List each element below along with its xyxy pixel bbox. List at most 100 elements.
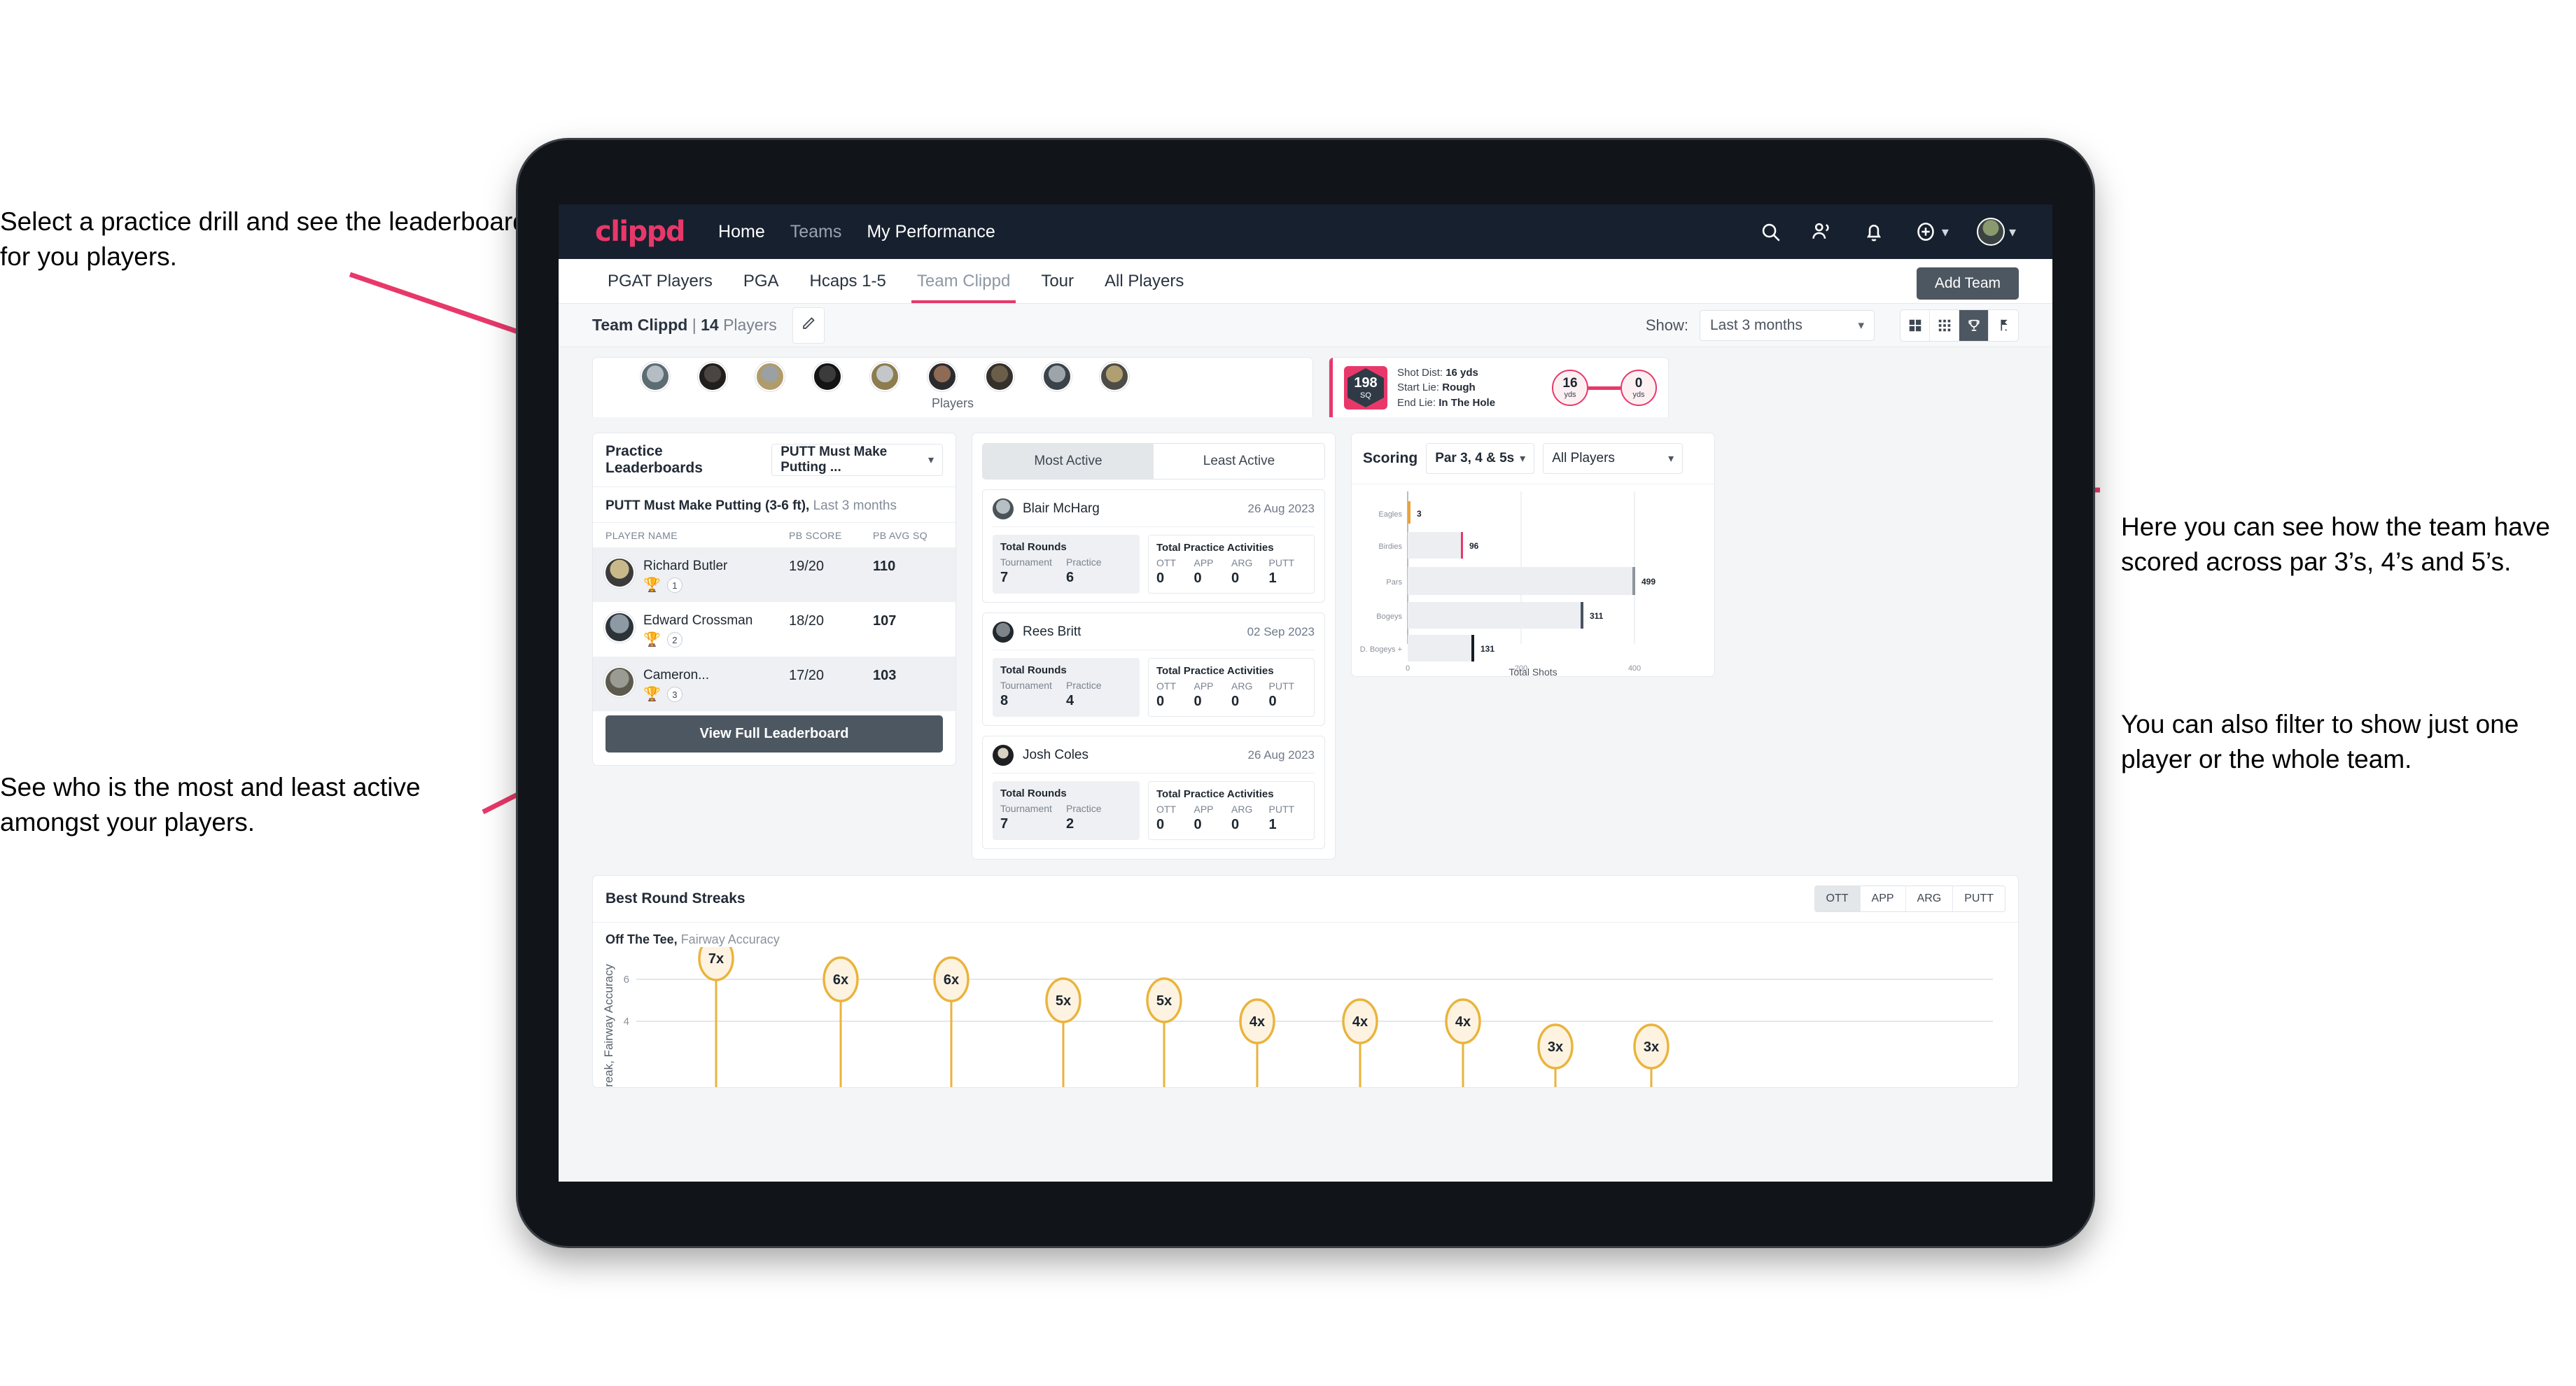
navbar-actions: ▾ ▾ — [1758, 218, 2016, 246]
leaderboard-column-headers: PLAYER NAME PB SCORE PB AVG SQ — [593, 522, 955, 547]
practice-activities-values: OTT 0 APP 0 ARG 0 PUTT — [1156, 680, 1306, 710]
putt-label: PUTT — [1268, 557, 1295, 568]
chevron-down-icon: ▾ — [2008, 224, 2016, 240]
edit-team-button[interactable] — [792, 307, 825, 344]
tournament-stat: Tournament 7 — [1000, 556, 1066, 586]
trophy-icon: 🏆 — [643, 632, 661, 648]
team-players-word: Players — [723, 316, 777, 334]
par-filter-select[interactable]: Par 3, 4 & 5s ▾ — [1426, 443, 1535, 474]
tab-ott[interactable]: OTT — [1814, 886, 1861, 911]
avatar[interactable] — [1100, 362, 1129, 391]
nav-link-teams[interactable]: Teams — [790, 222, 842, 242]
streak-marker: 4x — [1239, 998, 1275, 1087]
view-toggle-grid-large[interactable] — [1900, 309, 1930, 341]
avatar[interactable] — [755, 362, 785, 391]
avatar[interactable] — [640, 362, 670, 391]
drill-select[interactable]: PUTT Must Make Putting ... ▾ — [771, 444, 943, 476]
rank-number: 3 — [666, 687, 682, 702]
table-row[interactable]: Edward Crossman 🏆 2 18/20 107 — [593, 602, 955, 657]
tab-pgat-players[interactable]: PGAT Players — [592, 259, 728, 303]
table-row[interactable]: Cameron... 🏆 3 17/20 103 — [593, 657, 955, 711]
plus-circle-icon[interactable] — [1914, 220, 1938, 244]
activity-card[interactable]: Josh Coles 26 Aug 2023 Total Rounds Tour… — [982, 736, 1325, 849]
avatar[interactable] — [698, 362, 727, 391]
table-row[interactable]: Richard Butler 🏆 1 19/20 110 — [593, 547, 955, 602]
streak-marker: 5x — [1045, 977, 1082, 1087]
trophy-icon: 🏆 — [643, 578, 661, 593]
avatar[interactable] — [1976, 218, 2005, 246]
total-rounds-header: Total Rounds — [1000, 541, 1067, 553]
avatar[interactable] — [927, 362, 957, 391]
tournament-value: 8 — [1000, 693, 1009, 708]
app-stat: APP 0 — [1194, 557, 1232, 587]
svg-text:6x: 6x — [833, 972, 848, 988]
column-pb-avg-sq: PB AVG SQ — [873, 530, 928, 541]
tab-putt[interactable]: PUTT — [1953, 886, 2005, 911]
avatar[interactable] — [1042, 362, 1072, 391]
players-card-label: Players — [931, 396, 974, 410]
avatar[interactable] — [870, 362, 899, 391]
activity-card[interactable]: Rees Britt 02 Sep 2023 Total Rounds Tour… — [982, 612, 1325, 726]
bell-icon[interactable] — [1862, 220, 1886, 244]
ott-value: 0 — [1156, 817, 1165, 832]
show-period-value: Last 3 months — [1710, 316, 1802, 333]
middle-row: Practice Leaderboards PUTT Must Make Put… — [559, 417, 2052, 860]
putt-stat: PUTT 1 — [1269, 557, 1307, 587]
streaks-chart-svg: Streak, Fairway Accuracy 6 4 7x 6x 6x 5x… — [602, 935, 1993, 1098]
nav-link-my-performance[interactable]: My Performance — [867, 222, 995, 242]
tab-app[interactable]: APP — [1860, 886, 1906, 911]
view-toggle-flag[interactable] — [1989, 310, 2018, 341]
bar-birdies: 96 Birdies — [1378, 532, 1479, 559]
streaks-chart: Streak, Fairway Accuracy 6 4 7x 6x 6x 5x… — [593, 935, 2018, 1098]
clippd-logo[interactable]: clippd — [595, 216, 686, 248]
ott-label: OTT — [1156, 804, 1176, 815]
tab-most-active[interactable]: Most Active — [983, 444, 1154, 479]
show-period-select[interactable]: Last 3 months ▾ — [1700, 309, 1875, 341]
svg-text:Eagles: Eagles — [1378, 510, 1402, 519]
svg-text:7x: 7x — [708, 951, 724, 967]
pb-avg-sq: 103 — [873, 668, 897, 683]
tab-arg[interactable]: ARG — [1905, 886, 1954, 911]
leaderboard-drill-name: PUTT Must Make Putting (3-6 ft), — [606, 498, 810, 513]
practice-stat: Practice 2 — [1066, 803, 1132, 832]
ott-stat: OTT 0 — [1156, 804, 1194, 833]
view-toggle-grid-small[interactable] — [1930, 309, 1959, 341]
activity-card[interactable]: Blair McHarg 26 Aug 2023 Total Rounds To… — [982, 489, 1325, 603]
arg-stat: ARG 0 — [1231, 557, 1269, 587]
total-rounds-block: Total Rounds Tournament 7 Practice 6 — [993, 535, 1140, 594]
tab-all-players[interactable]: All Players — [1089, 259, 1199, 303]
practice-activities-header: Total Practice Activities — [1156, 788, 1274, 800]
tab-team-clippd[interactable]: Team Clippd — [902, 259, 1026, 303]
player-rank-badge: 🏆 2 — [643, 632, 789, 648]
app-value: 0 — [1194, 570, 1202, 586]
avatar[interactable] — [813, 362, 842, 391]
player-filter-select[interactable]: All Players ▾ — [1543, 443, 1684, 474]
practice-activities-header: Total Practice Activities — [1156, 665, 1274, 677]
view-toggle-trophy[interactable] — [1959, 309, 1989, 341]
team-separator: | — [692, 316, 696, 334]
app-value: 0 — [1194, 694, 1202, 709]
par-filter-value: Par 3, 4 & 5s — [1435, 451, 1515, 465]
tab-pga[interactable]: PGA — [728, 259, 794, 303]
add-menu[interactable]: ▾ — [1914, 220, 1949, 244]
profile-menu[interactable]: ▾ — [1976, 218, 2016, 246]
putt-label: PUTT — [1268, 804, 1295, 815]
people-icon[interactable] — [1810, 220, 1834, 244]
bar-eagles: 3 Eagles — [1378, 501, 1422, 524]
avatar[interactable] — [985, 362, 1014, 391]
nav-link-home[interactable]: Home — [718, 222, 765, 242]
leaderboard-player-info: Cameron... 🏆 3 — [643, 668, 789, 702]
practice-label: Practice — [1066, 803, 1102, 814]
search-icon[interactable] — [1758, 220, 1782, 244]
tab-least-active[interactable]: Least Active — [1154, 444, 1324, 479]
annotation-most-least-active: See who is the most and least active amo… — [0, 773, 421, 837]
shot-quality-value: 198 — [1354, 375, 1378, 391]
add-team-button[interactable]: Add Team — [1916, 267, 2019, 300]
view-full-leaderboard-button[interactable]: View Full Leaderboard — [606, 715, 943, 752]
end-lie-value: In The Hole — [1438, 396, 1496, 409]
avatar — [606, 668, 634, 696]
tab-hcaps-1-5[interactable]: Hcaps 1-5 — [794, 259, 902, 303]
tab-tour[interactable]: Tour — [1026, 259, 1089, 303]
arg-value: 0 — [1231, 817, 1240, 832]
chevron-down-icon: ▾ — [1668, 453, 1674, 465]
